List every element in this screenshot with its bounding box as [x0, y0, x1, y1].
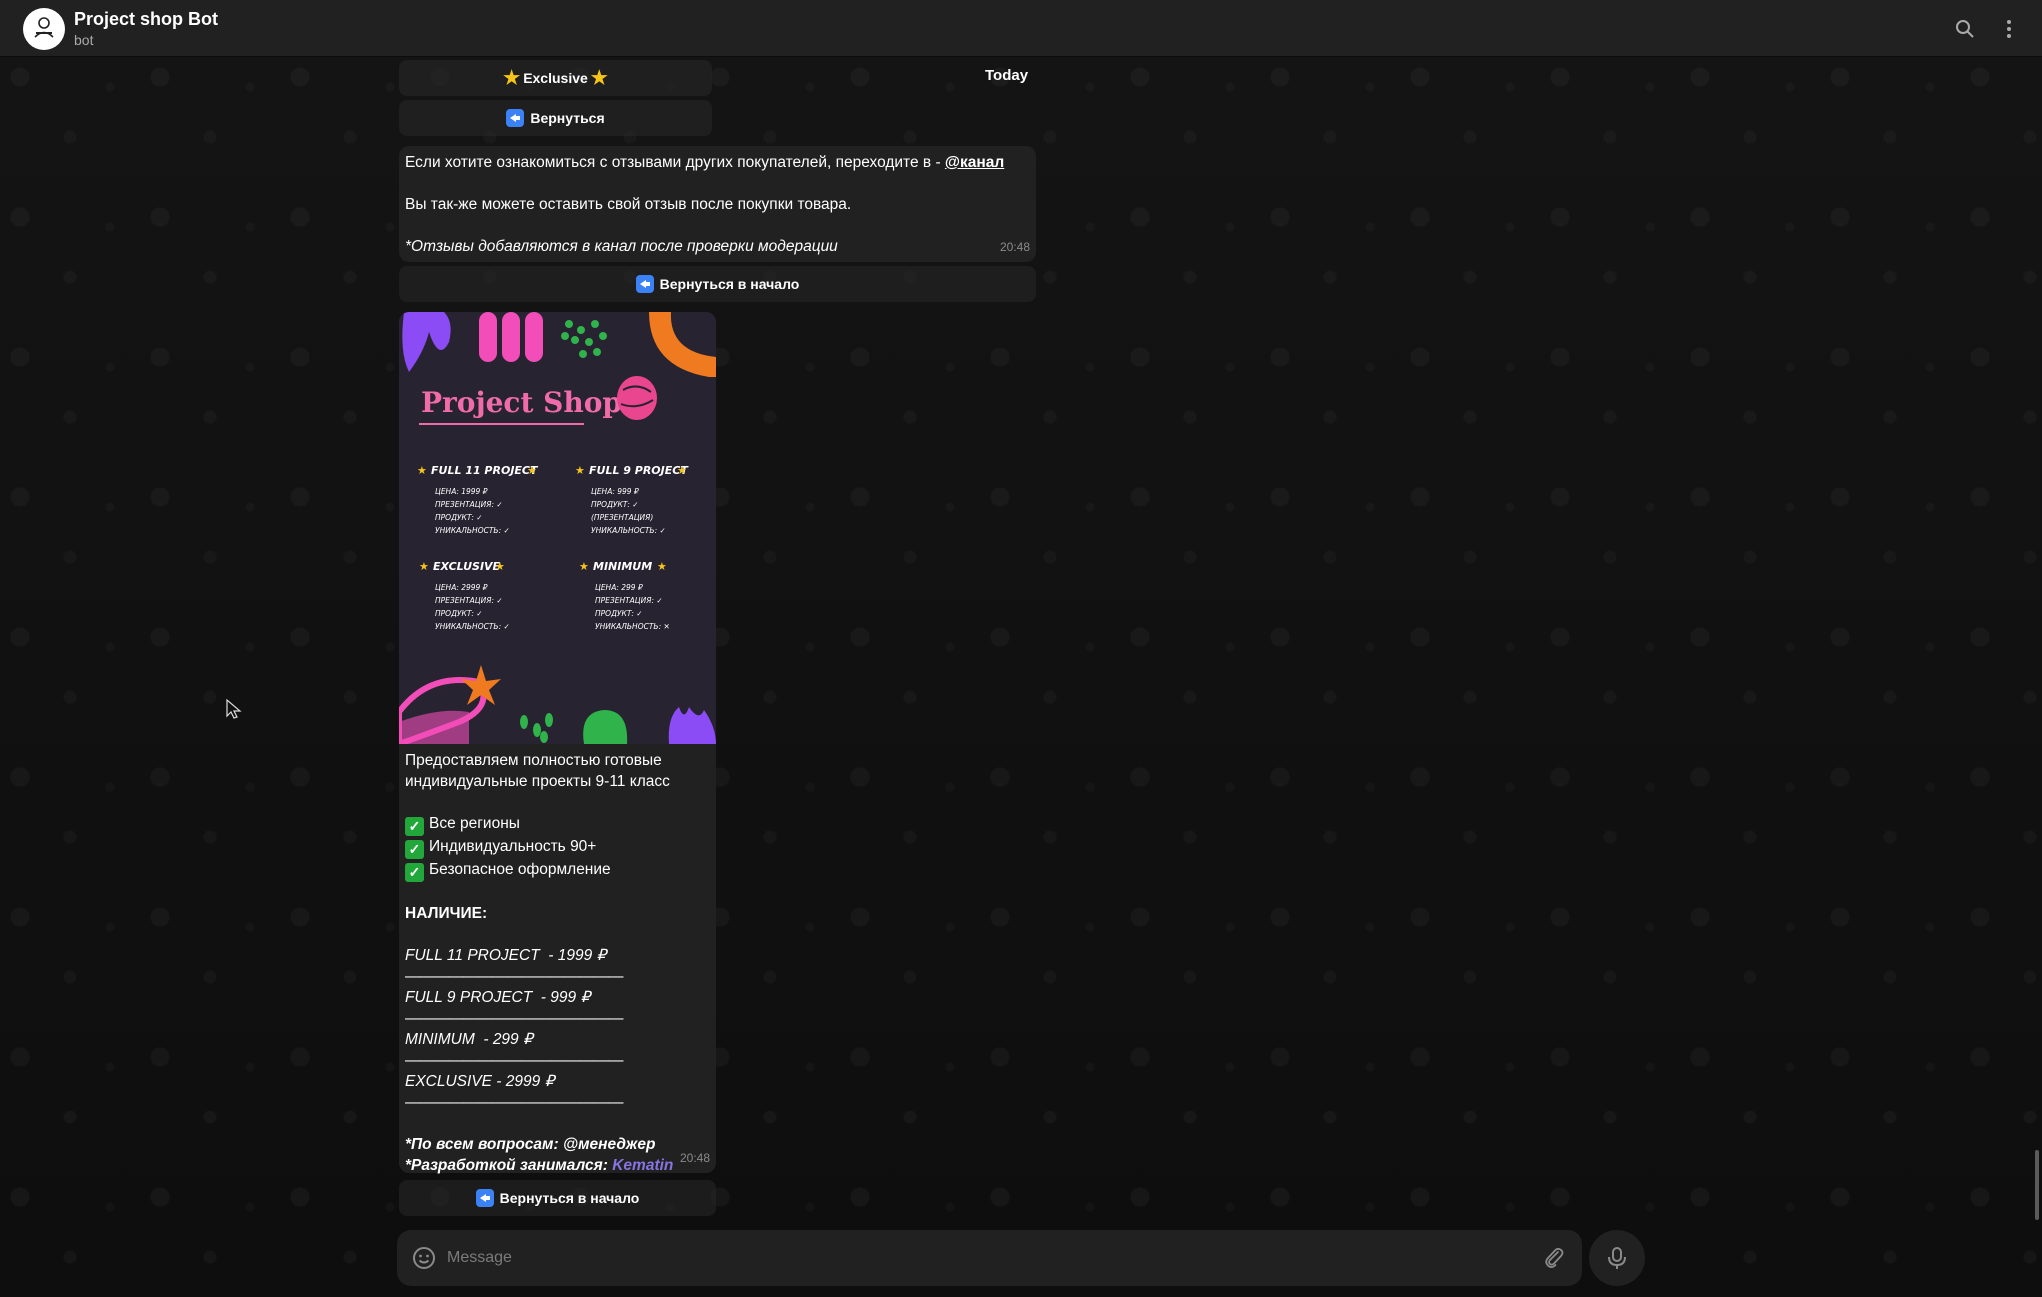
price-item: FULL 11 PROJECT - 1999 ₽ [405, 947, 607, 964]
chat-title[interactable]: Project shop Bot [74, 9, 218, 30]
message-text: Предоставляем полностью готовые [405, 752, 662, 769]
message-text: Вы так-же можете оставить свой отзыв пос… [405, 196, 852, 213]
svg-text:ПРОДУКТ: ✓: ПРОДУКТ: ✓ [591, 500, 639, 509]
search-icon[interactable] [1950, 14, 1980, 44]
separator: ——————————————— [405, 1010, 624, 1027]
svg-text:ПРОДУКТ: ✓: ПРОДУКТ: ✓ [595, 609, 643, 618]
back-arrow-icon [475, 1189, 494, 1207]
message-composer [397, 1230, 1582, 1286]
message-text: Если хотите ознакомиться с отзывами друг… [405, 154, 1005, 171]
back-to-start-label: Вернуться в начало [499, 1190, 640, 1206]
questions-text: *По всем вопросам: @менеджер [405, 1136, 656, 1153]
exclusive-button-label: Exclusive [523, 70, 588, 86]
back-to-start-button[interactable]: Вернуться в начало [399, 266, 1036, 302]
voice-message-button[interactable] [1589, 1230, 1645, 1286]
svg-text:FULL 9 PROJECT: FULL 9 PROJECT [589, 464, 689, 477]
svg-text:ПРЕЗЕНТАЦИЯ: ✓: ПРЕЗЕНТАЦИЯ: ✓ [595, 596, 663, 605]
back-to-start-button[interactable]: Вернуться в начало [399, 1180, 716, 1216]
chat-subtitle: bot [74, 32, 94, 48]
avatar[interactable] [23, 8, 65, 50]
svg-text:УНИКАЛЬНОСТЬ: ✕: УНИКАЛЬНОСТЬ: ✕ [595, 622, 670, 631]
reviews-message: Если хотите ознакомиться с отзывами друг… [399, 146, 1036, 262]
svg-text:★: ★ [575, 464, 585, 477]
back-arrow-icon [506, 109, 525, 127]
developer-link[interactable]: Kematin [612, 1157, 673, 1174]
svg-text:★: ★ [527, 464, 537, 477]
developer-text: *Разработкой занимался: Kematin [405, 1157, 674, 1174]
microphone-icon [1608, 1247, 1626, 1269]
poster-title: Project Shop [421, 386, 622, 419]
check-icon: ✓ [405, 840, 424, 859]
svg-text:ПРОДУКТ: ✓: ПРОДУКТ: ✓ [435, 513, 483, 522]
svg-text:FULL 11 PROJECT: FULL 11 PROJECT [431, 464, 539, 477]
svg-text:MINIMUM: MINIMUM [593, 560, 652, 573]
feature-item: ✓ Индивидуальность 90+ [405, 836, 710, 859]
separator: ——————————————— [405, 1094, 624, 1111]
message-time: 20:48 [999, 240, 1030, 254]
svg-text:ПРЕЗЕНТАЦИЯ: ✓: ПРЕЗЕНТАЦИЯ: ✓ [435, 596, 503, 605]
date-label: Today [985, 67, 1029, 84]
back-button-label: Вернуться [530, 110, 605, 126]
attach-icon[interactable] [1542, 1246, 1566, 1275]
price-item: FULL 9 PROJECT - 999 ₽ [405, 989, 591, 1006]
svg-text:ПРОДУКТ: ✓: ПРОДУКТ: ✓ [435, 609, 483, 618]
check-icon: ✓ [405, 817, 424, 836]
message-input[interactable] [447, 1246, 1527, 1270]
back-to-start-label: Вернуться в начало [659, 276, 800, 292]
chat-scrollbar[interactable] [2035, 1150, 2039, 1220]
back-button[interactable]: Вернуться [399, 100, 712, 136]
price-item: MINIMUM - 299 ₽ [405, 1031, 533, 1048]
star-icon: ★ [590, 67, 608, 89]
svg-text:ЦЕНА: 1999 ₽: ЦЕНА: 1999 ₽ [435, 487, 488, 496]
svg-text:ЦЕНА: 999 ₽: ЦЕНА: 999 ₽ [591, 487, 639, 496]
svg-text:ЦЕНА: 2999 ₽: ЦЕНА: 2999 ₽ [435, 583, 488, 592]
back-arrow-icon [635, 275, 654, 293]
svg-text:★: ★ [657, 560, 667, 573]
channel-link[interactable]: @канал [945, 154, 1004, 171]
message-text: *Отзывы добавляются в канал после провер… [405, 238, 838, 255]
separator: ——————————————— [405, 968, 624, 985]
emoji-icon[interactable] [412, 1246, 436, 1275]
shop-poster-image[interactable]: Project Shop ★ FULL 11 PROJECT ★ ★ FULL … [399, 312, 716, 744]
feature-item: ✓ Безопасное оформление [405, 859, 710, 882]
svg-text:ПРЕЗЕНТАЦИЯ: ✓: ПРЕЗЕНТАЦИЯ: ✓ [435, 500, 503, 509]
availability-heading: НАЛИЧИЕ: [405, 905, 488, 922]
svg-text:УНИКАЛЬНОСТЬ: ✓: УНИКАЛЬНОСТЬ: ✓ [591, 526, 666, 535]
mouse-cursor-icon [225, 698, 243, 725]
chat-header: Project shop Bot bot [0, 0, 2042, 57]
svg-text:★: ★ [677, 464, 687, 477]
shop-message: Предоставляем полностью готовые индивиду… [399, 744, 716, 1174]
svg-text:★: ★ [419, 560, 429, 573]
svg-text:(ПРЕЗЕНТАЦИЯ): (ПРЕЗЕНТАЦИЯ) [591, 513, 653, 522]
svg-text:ЦЕНА: 299 ₽: ЦЕНА: 299 ₽ [595, 583, 643, 592]
svg-text:УНИКАЛЬНОСТЬ: ✓: УНИКАЛЬНОСТЬ: ✓ [435, 526, 510, 535]
feature-item: ✓ Все регионы [405, 813, 710, 836]
price-item: EXCLUSIVE - 2999 ₽ [405, 1073, 555, 1090]
exclusive-button[interactable]: ★ Exclusive ★ [399, 60, 712, 96]
svg-text:★: ★ [417, 464, 427, 477]
check-icon: ✓ [405, 863, 424, 882]
shop-logo-icon [34, 17, 54, 38]
svg-text:★: ★ [579, 560, 589, 573]
message-time: 20:48 [679, 1151, 710, 1165]
separator: ——————————————— [405, 1052, 624, 1069]
more-options-icon[interactable] [1994, 14, 2024, 44]
svg-text:УНИКАЛЬНОСТЬ: ✓: УНИКАЛЬНОСТЬ: ✓ [435, 622, 510, 631]
message-text: индивидуальные проекты 9-11 класс [405, 773, 670, 790]
svg-text:EXCLUSIVE: EXCLUSIVE [433, 560, 501, 573]
svg-text:★: ★ [495, 560, 505, 573]
star-icon: ★ [503, 67, 521, 89]
